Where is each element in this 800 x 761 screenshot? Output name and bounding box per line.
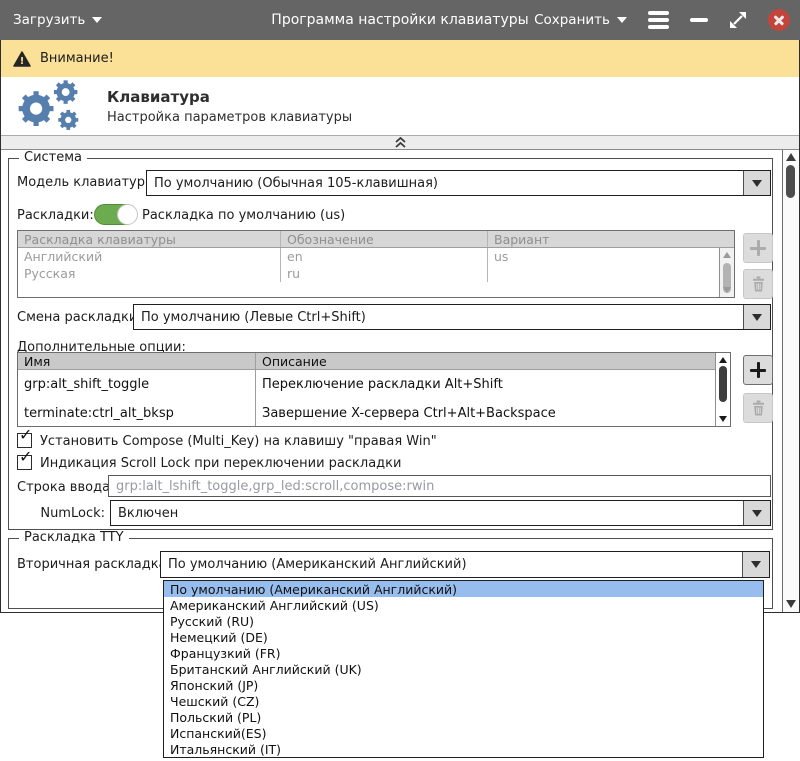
dropdown-option[interactable]: Польский (PL) (164, 709, 763, 725)
layouts-label: Раскладки: (17, 208, 94, 223)
main-window: ! Внимание! (0, 40, 800, 613)
dropdown-option[interactable]: Британский Английский (UK) (164, 661, 763, 677)
secondary-layout-label: Вторичная раскладка: (17, 557, 171, 572)
save-menu-label: Сохранить (534, 12, 610, 28)
dropdown-button[interactable] (742, 552, 769, 577)
dropdown-button[interactable] (743, 171, 770, 195)
app-header: Клавиатура Настройка параметров клавиату… (1, 77, 799, 135)
scroll-up-icon[interactable] (723, 252, 731, 258)
compose-checkbox-label: Установить Compose (Multi_Key) на клавиш… (40, 434, 437, 449)
warning-banner: ! Внимание! (1, 40, 799, 77)
secondary-layout-select[interactable]: По умолчанию (Американский Английский) (160, 551, 770, 578)
extra-options-table: Имя Описание grp:alt_shift_toggle Перекл… (17, 352, 731, 427)
table-row[interactable]: Английский en us (18, 248, 734, 265)
scrollbar-thumb[interactable] (719, 366, 727, 402)
input-string-label: Строка ввода: (17, 480, 114, 495)
toggle-knob (117, 204, 138, 225)
main-scrollbar[interactable] (783, 150, 799, 612)
dropdown-option[interactable]: Испанский(ES) (164, 725, 763, 741)
scroll-down-icon[interactable] (786, 600, 796, 608)
page-subtitle: Настройка параметров клавиатуры (107, 110, 352, 125)
page-title: Клавиатура (107, 88, 352, 106)
scrollbar-thumb[interactable] (786, 165, 795, 198)
scroll-down-icon[interactable] (719, 416, 727, 422)
table-row[interactable]: grp:alt_shift_toggle Переключение раскла… (18, 370, 730, 399)
warning-icon: ! (13, 51, 31, 67)
expand-icon (729, 11, 747, 29)
chevron-down-icon (617, 17, 627, 23)
plus-icon (750, 362, 766, 378)
scroll-lock-checkbox[interactable]: ✓ (17, 455, 32, 470)
scroll-up-icon[interactable] (786, 153, 796, 161)
numlock-select[interactable]: Включен (110, 500, 771, 526)
load-menu-label: Загрузить (13, 12, 85, 28)
collapse-panel-button[interactable] (1, 135, 799, 150)
delete-option-button[interactable] (743, 393, 773, 423)
tty-group-legend: Раскладка TTY (19, 530, 129, 545)
hamburger-icon (648, 11, 669, 15)
extra-options-table-header: Имя Описание (18, 353, 730, 370)
scroll-down-icon[interactable] (723, 287, 731, 293)
keyboard-model-label: Модель клавиатуры: (17, 175, 160, 190)
maximize-button[interactable] (729, 11, 747, 29)
delete-layout-button[interactable] (743, 269, 773, 299)
dropdown-option[interactable]: Французкий (FR) (164, 645, 763, 661)
compose-checkbox[interactable]: ✓ (17, 433, 32, 448)
add-option-button[interactable] (743, 355, 773, 385)
chevron-up-double-icon (394, 137, 407, 149)
table-row[interactable]: terminate:ctrl_alt_bksp Завершение X-сер… (18, 399, 730, 427)
trash-icon (751, 276, 766, 292)
layout-switch-select[interactable]: По умолчанию (Левые Ctrl+Shift) (133, 304, 771, 330)
chevron-down-icon (752, 510, 762, 517)
check-icon: ✓ (19, 449, 32, 465)
layouts-table-header: Раскладка клавиатуры Обозначение Вариант (18, 231, 734, 248)
extra-options-scrollbar[interactable] (715, 353, 730, 426)
chevron-down-icon (92, 17, 102, 23)
dropdown-option[interactable]: Итальянский (IT) (164, 741, 763, 757)
chevron-down-icon (752, 180, 762, 187)
plus-icon (750, 240, 766, 256)
dropdown-option[interactable]: Немецкий (DE) (164, 629, 763, 645)
trash-icon (751, 400, 766, 416)
settings-panel: Система Модель клавиатуры: По умолчанию … (1, 150, 783, 612)
table-row[interactable]: Русская ru (18, 265, 734, 282)
chevron-down-icon (752, 314, 762, 321)
numlock-label: NumLock: (17, 506, 105, 521)
secondary-layout-dropdown-list: По умолчанию (Американский Английский) А… (163, 580, 764, 758)
minimize-icon (690, 18, 708, 23)
hamburger-menu-button[interactable] (648, 11, 669, 29)
layouts-table: Раскладка клавиатуры Обозначение Вариант… (17, 230, 735, 298)
dropdown-option[interactable]: Чешский (CZ) (164, 693, 763, 709)
save-menu-button[interactable]: Сохранить (534, 12, 627, 28)
dropdown-button[interactable] (743, 305, 770, 329)
layouts-toggle-text: Раскладка по умолчанию (us) (142, 208, 345, 223)
gears-icon (10, 79, 90, 133)
layout-switch-label: Смена раскладки: (17, 310, 142, 325)
scroll-lock-checkbox-label: Индикация Scroll Lock при переключении р… (40, 456, 401, 471)
dropdown-option[interactable]: По умолчанию (Американский Английский) (164, 581, 763, 597)
chevron-down-icon (751, 561, 761, 568)
close-button[interactable] (768, 9, 790, 31)
layouts-toggle[interactable] (94, 204, 137, 225)
dropdown-option[interactable]: Японский (JP) (164, 677, 763, 693)
minimize-button[interactable] (690, 18, 708, 23)
dropdown-option[interactable]: Американский Английский (US) (164, 597, 763, 613)
scroll-up-icon[interactable] (719, 357, 727, 363)
check-icon: ✓ (19, 427, 32, 443)
system-group-legend: Система (19, 150, 87, 165)
keyboard-model-select[interactable]: По умолчанию (Обычная 105-клавишная) (146, 170, 771, 196)
system-group: Система Модель клавиатуры: По умолчанию … (8, 158, 773, 530)
load-menu-button[interactable]: Загрузить (13, 12, 102, 28)
add-layout-button[interactable] (743, 233, 773, 263)
titlebar: Программа настройки клавиатуры Загрузить… (0, 0, 800, 40)
dropdown-button[interactable] (743, 501, 770, 525)
warning-text: Внимание! (40, 51, 114, 66)
svg-text:!: ! (20, 56, 25, 67)
dropdown-option[interactable]: Русский (RU) (164, 613, 763, 629)
input-string-field[interactable]: grp:lalt_lshift_toggle,grp_led:scroll,co… (108, 475, 771, 497)
layouts-table-scrollbar[interactable] (719, 248, 734, 297)
